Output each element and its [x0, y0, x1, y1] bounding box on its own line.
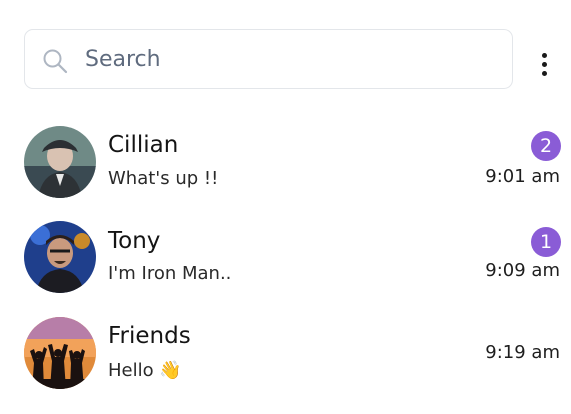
- chat-name: Friends: [108, 323, 191, 349]
- chat-name: Tony: [108, 228, 161, 254]
- chat-list-item[interactable]: Cillian What's up !! 2 9:01 am: [0, 124, 571, 214]
- chat-time: 9:09 am: [485, 260, 560, 281]
- chat-list-item[interactable]: Tony I'm Iron Man.. 1 9:09 am: [0, 220, 571, 310]
- search-input[interactable]: [85, 42, 495, 76]
- search-bar[interactable]: [24, 29, 513, 89]
- chat-time: 9:19 am: [485, 342, 560, 363]
- chat-list-item[interactable]: Friends Hello 👋 9:19 am: [0, 316, 571, 406]
- chat-name: Cillian: [108, 132, 179, 158]
- chat-preview: Hello 👋: [108, 360, 182, 381]
- chat-preview: I'm Iron Man..: [108, 263, 232, 284]
- avatar-group: [24, 317, 96, 389]
- more-options-button[interactable]: [535, 50, 555, 80]
- unread-badge: 1: [531, 227, 561, 257]
- unread-badge: 2: [531, 131, 561, 161]
- more-vertical-icon: [542, 53, 547, 58]
- chat-time: 9:01 am: [485, 166, 560, 187]
- avatar: [24, 221, 96, 293]
- search-icon: [43, 49, 68, 74]
- chat-preview: What's up !!: [108, 168, 219, 189]
- avatar: [24, 126, 96, 198]
